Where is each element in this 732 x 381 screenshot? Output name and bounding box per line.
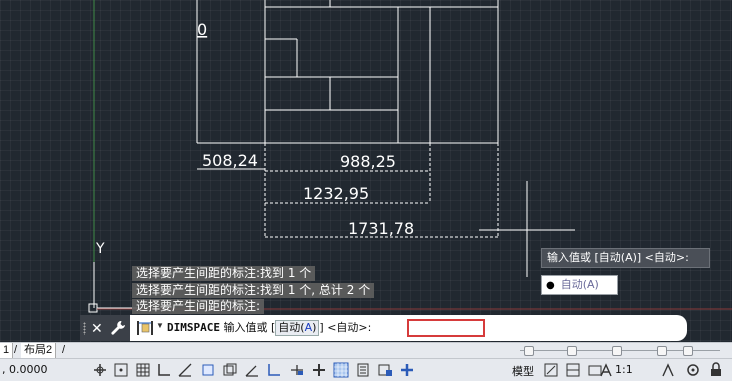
otrack-icon[interactable] xyxy=(244,362,260,378)
default-value-text: <自动>: xyxy=(327,321,372,334)
workspace-switching-icon[interactable] xyxy=(685,362,701,378)
scroll-thumb[interactable] xyxy=(567,346,577,356)
dim-text-988: 988,25 xyxy=(340,152,396,171)
grid-icon[interactable] xyxy=(135,362,151,378)
command-history-line: 选择要产生间距的标注:找到 1 个, 总计 2 个 xyxy=(132,283,375,298)
grip-handle[interactable] xyxy=(83,322,86,335)
command-line-bar: ✕ ▼ DIMSPACE 输入值或 [自动(A)] <自动>: xyxy=(80,315,687,341)
annotation-scale-icon[interactable] xyxy=(598,362,614,378)
layout-view-icon[interactable] xyxy=(543,362,559,378)
scroll-thumb[interactable] xyxy=(657,346,667,356)
bullet-icon: ● xyxy=(546,280,555,291)
annotation-monitor-icon[interactable] xyxy=(377,362,393,378)
prompt-prefix: 输入值或 xyxy=(223,321,268,334)
lineweight-icon[interactable] xyxy=(311,362,327,378)
snap-icon[interactable] xyxy=(113,362,129,378)
viewport-icon[interactable] xyxy=(565,362,581,378)
command-input[interactable] xyxy=(407,319,485,337)
ucs-y-label: Y xyxy=(95,241,105,257)
command-name: DIMSPACE xyxy=(167,321,220,334)
osnap-icon[interactable] xyxy=(200,362,216,378)
polar-icon[interactable] xyxy=(177,362,193,378)
lock-icon[interactable] xyxy=(708,362,724,378)
command-history-line: 选择要产生间距的标注:找到 1 个 xyxy=(132,266,316,281)
selection-cycling-icon[interactable] xyxy=(355,362,371,378)
scroll-thumb[interactable] xyxy=(683,346,693,356)
tab-separator: / xyxy=(62,344,66,356)
command-history-line: 选择要产生间距的标注: xyxy=(132,299,265,314)
tab-layout2[interactable]: 布局2 xyxy=(21,343,57,358)
option-menu-item-auto[interactable]: ● 自动(A) xyxy=(541,275,618,295)
quick-properties-icon[interactable] xyxy=(399,362,415,378)
option-bracket-close: ] xyxy=(319,321,324,334)
dim-text-0: 0 xyxy=(197,20,207,39)
dynamic-input-icon[interactable] xyxy=(289,362,305,378)
wrench-icon[interactable] xyxy=(110,320,126,336)
drawing-geometry xyxy=(196,0,499,170)
command-bar-controls: ✕ xyxy=(80,315,130,341)
layout-tab-bar: 1 / 布局2 / xyxy=(0,342,732,358)
dim-text-508: 508,24 xyxy=(202,151,258,170)
tab-layout1[interactable]: 1 xyxy=(0,343,14,358)
dynamic-input-prompt: 输入值或 [自动(A)] <自动>: xyxy=(541,248,710,268)
3d-osnap-icon[interactable] xyxy=(222,362,238,378)
option-label: 自动(A) xyxy=(560,278,599,291)
dim-text-1232: 1232,95 xyxy=(303,184,369,203)
close-icon[interactable]: ✕ xyxy=(91,319,103,337)
ortho-icon[interactable] xyxy=(156,362,172,378)
command-prompt: DIMSPACE 输入值或 [自动(A)] <自动>: xyxy=(167,315,371,341)
option-auto-button[interactable]: 自动(A) xyxy=(275,320,320,336)
transparency-icon[interactable] xyxy=(333,362,349,378)
drawing-canvas[interactable]: Y 0 508,24 988,25 1232,95 1731,78 选择要产生间… xyxy=(0,0,732,342)
ucs-origin-box xyxy=(88,303,98,313)
status-bar: , 0.0000 模型 1:1 xyxy=(0,358,732,381)
ucs-toggle-icon[interactable] xyxy=(266,362,282,378)
dimension-icon[interactable] xyxy=(136,320,154,336)
chevron-down-icon[interactable]: ▼ xyxy=(156,321,164,330)
model-tab-label[interactable]: 模型 xyxy=(512,363,534,379)
annotation-visibility-icon[interactable] xyxy=(660,362,676,378)
annotation-scale-value[interactable]: 1:1 xyxy=(615,363,633,376)
tab-separator: / xyxy=(14,344,18,356)
scroll-thumb[interactable] xyxy=(524,346,534,356)
coordinate-readout: , 0.0000 xyxy=(2,363,48,376)
scroll-thumb[interactable] xyxy=(612,346,622,356)
dim-text-1731: 1731,78 xyxy=(348,219,414,238)
model-space-icon[interactable] xyxy=(92,362,108,378)
